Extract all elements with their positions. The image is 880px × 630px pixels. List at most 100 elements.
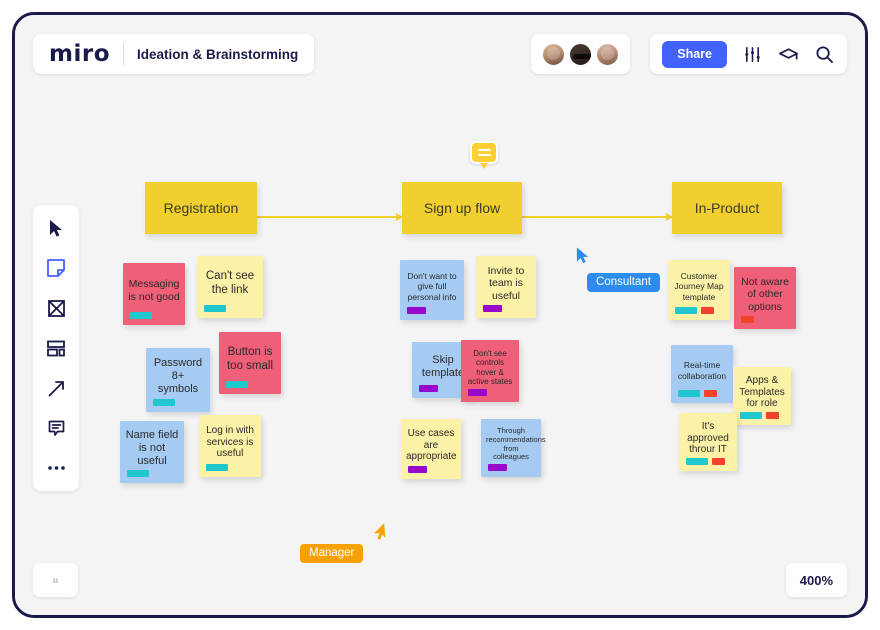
tag-teal[interactable] [226,381,248,388]
tag-purple[interactable] [488,464,507,471]
header-divider [123,43,124,65]
sticky-note[interactable]: Messaging is not good [123,263,185,325]
tag-teal[interactable] [153,399,175,406]
cursor-pointer-icon [575,246,591,270]
sticky-note-tags [488,464,507,471]
sticky-note-text: Button is too small [226,345,274,372]
sticky-note-tags [678,390,717,397]
sticky-note-tags [483,305,502,312]
sticky-note[interactable]: Not aware of other options [734,267,796,329]
tag-teal[interactable] [206,464,228,471]
expand-panel-button[interactable]: » [33,563,78,597]
flow-arrow-2[interactable] [522,213,673,221]
sticky-note-tags [206,464,228,471]
comment-badge-icon[interactable] [470,141,498,169]
more-tools-icon[interactable] [42,454,70,482]
sticky-note[interactable]: Real-time collaboration [671,345,733,403]
sticky-note[interactable]: Button is too small [219,332,281,394]
template-tool-icon[interactable] [42,334,70,362]
sticky-note[interactable]: Log in with services is useful [199,415,261,477]
sticky-note-tags [741,316,754,323]
avatar-2[interactable] [568,41,593,67]
zoom-level-indicator[interactable]: 400% [785,563,847,597]
tag-red[interactable] [701,307,714,314]
avatar-1[interactable] [541,41,566,67]
sticky-note-text: It's approved throur IT [687,420,729,456]
sticky-note-tags [130,312,152,319]
sticky-note-text: Don't see controls hover & active states [467,348,513,386]
tag-teal[interactable] [678,390,700,397]
tag-purple[interactable] [407,307,426,314]
comment-tool-icon[interactable] [42,414,70,442]
sticky-note-tags [740,412,779,419]
left-toolbar [33,205,79,491]
sticky-note-tags [408,466,427,473]
tag-purple[interactable] [468,389,487,396]
flow-card[interactable]: In-Product [672,182,782,234]
tag-teal[interactable] [740,412,762,419]
avatar-3[interactable] [595,41,620,67]
sticky-note-tags [468,389,487,396]
sticky-note-text: Can't see the link [205,269,255,296]
tag-purple[interactable] [419,385,438,392]
sticky-note-text: Name field is not useful [125,429,179,467]
sticky-note-tags [407,307,426,314]
miro-app-frame: miro Ideation & Brainstorming Share Regi… [12,12,868,618]
image-tool-icon[interactable] [42,294,70,322]
sticky-note[interactable]: Password 8+ symbols [146,348,210,412]
sticky-note-text: Not aware of other options [741,275,789,313]
sticky-note-tags [153,399,175,406]
sticky-note[interactable]: Name field is not useful [120,421,184,483]
tag-teal[interactable] [130,312,152,319]
sticky-note-text: Through recommendations from colleagues [486,425,546,462]
sliders-icon[interactable] [741,43,763,65]
sticky-note-text: Customer Journey Map template [674,271,724,302]
share-button[interactable]: Share [662,40,727,68]
arrow-tool-icon[interactable] [42,374,70,402]
tag-purple[interactable] [408,466,427,473]
cursor-label: Manager [300,544,364,563]
board-canvas[interactable]: miro Ideation & Brainstorming Share Regi… [15,15,865,615]
tag-red[interactable] [766,412,779,419]
cursor-tool-icon[interactable] [42,214,70,242]
sticky-note-tags [675,307,714,314]
sticky-note[interactable]: Use cases are appropriate [401,419,461,479]
search-icon[interactable] [813,43,835,65]
board-header-pill: miro Ideation & Brainstorming [33,34,315,74]
sticky-note[interactable]: Can't see the link [197,256,263,318]
sticky-note[interactable]: Don't see controls hover & active states [461,340,519,402]
sticky-note-text: Apps & Templates for role [739,374,785,410]
sticky-note[interactable]: Through recommendations from colleagues [481,419,546,477]
graduation-cap-icon[interactable] [777,43,799,65]
sticky-note-tags [226,381,248,388]
sticky-note[interactable]: Invite to team is useful [476,256,536,318]
sticky-note-tags [127,470,149,477]
tag-purple[interactable] [483,305,502,312]
flow-card[interactable]: Registration [145,182,257,234]
sticky-note-tags [686,458,725,465]
board-title: Ideation & Brainstorming [137,46,299,62]
sticky-note-tags [419,385,438,392]
sticky-note-text: Use cases are appropriate [406,427,457,463]
cursor-pointer-icon [367,521,395,549]
tag-teal[interactable] [686,458,708,465]
sticky-note-text: Password 8+ symbols [153,357,203,395]
miro-logo: miro [49,40,110,67]
sticky-note-tool-icon[interactable] [42,254,70,282]
sticky-note-text: Real-time collaboration [677,360,727,381]
sticky-note[interactable]: Apps & Templates for role [733,367,791,425]
tag-red[interactable] [712,458,725,465]
tag-teal[interactable] [675,307,697,314]
sticky-note-text: Log in with services is useful [206,424,254,460]
sticky-note[interactable]: It's approved throur IT [679,413,737,471]
tag-red[interactable] [741,316,754,323]
tag-teal[interactable] [204,305,226,312]
flow-card[interactable]: Sign up flow [402,182,522,234]
header-actions: Share [650,34,847,74]
tag-teal[interactable] [127,470,149,477]
flow-arrow-1[interactable] [257,213,403,221]
tag-red[interactable] [704,390,717,397]
sticky-note-text: Don't want to give full personal info [407,271,457,302]
sticky-note[interactable]: Don't want to give full personal info [400,260,464,320]
sticky-note[interactable]: Customer Journey Map template [668,260,730,320]
